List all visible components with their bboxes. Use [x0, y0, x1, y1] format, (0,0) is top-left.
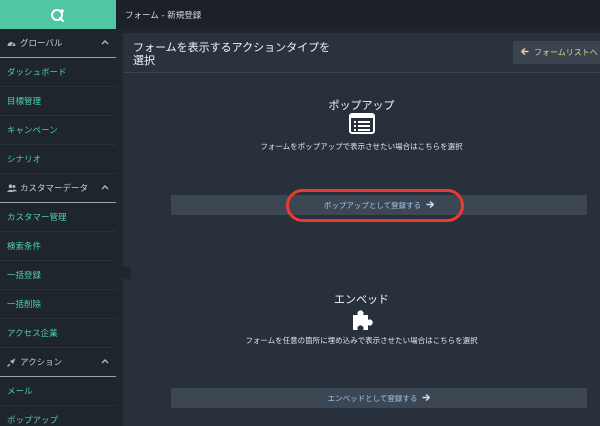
sidebar-section-global[interactable]: グローバル: [0, 29, 116, 58]
action-type-panel: フォームを表示するアクションタイプを選択 フォームリストへ ポップアップ フォー…: [123, 33, 600, 426]
popup-option: ポップアップ: [123, 97, 600, 113]
popup-icon-wrap: [123, 113, 600, 135]
sidebar-section-label: アクション: [20, 358, 63, 368]
popup-description: フォームをポップアップで表示させたい場合はこちらを選択: [260, 142, 463, 151]
page-title: フォーム - 新規登録: [125, 10, 202, 21]
register-as-embed-label: エンベッドとして登録する: [327, 393, 418, 403]
sidebar-item-customer-management[interactable]: カスタマー管理: [0, 203, 116, 232]
sidebar-section-customer-data[interactable]: カスタマーデータ: [0, 174, 116, 203]
chevron-up-icon[interactable]: [101, 357, 109, 367]
popup-description-wrap: フォームをポップアップで表示させたい場合はこちらを選択: [123, 141, 600, 152]
sidebar-item-mail[interactable]: メール: [0, 377, 116, 406]
sidebar: グローバル ダッシュボード 目標管理 キャンペーン シナリオ カスタマーデータ …: [0, 0, 116, 426]
sidebar-section-action[interactable]: アクション: [0, 348, 116, 377]
embed-heading: エンベッド: [334, 293, 389, 306]
sidebar-item-search-conditions[interactable]: 検索条件: [0, 232, 116, 261]
sidebar-item-campaign[interactable]: キャンペーン: [0, 116, 116, 145]
back-button-label: フォームリストへ: [534, 48, 598, 57]
register-as-embed-button[interactable]: エンベッドとして登録する: [171, 388, 587, 408]
sidebar-item-bulk-delete[interactable]: 一括削除: [0, 290, 116, 319]
arrow-left-icon: [521, 47, 529, 57]
sidebar-item-bulk-register[interactable]: 一括登録: [0, 261, 116, 290]
gauge-icon: [7, 39, 17, 47]
chevron-up-icon[interactable]: [101, 38, 109, 48]
rocket-icon: [7, 358, 17, 367]
section-divider-fill: [131, 267, 600, 279]
embed-icon-wrap: [123, 307, 600, 331]
panel-title: フォームを表示するアクションタイプを選択: [133, 41, 331, 67]
back-to-form-list-button[interactable]: フォームリストへ: [513, 41, 600, 64]
users-icon: [7, 184, 17, 192]
sidebar-item-goals[interactable]: 目標管理: [0, 87, 116, 116]
sidebar-section-label: グローバル: [20, 39, 63, 49]
arrow-right-icon: [422, 393, 431, 403]
app-logo[interactable]: [0, 0, 116, 29]
list-window-icon: [348, 113, 375, 134]
embed-option: エンベッド: [123, 291, 600, 307]
sidebar-item-scenario[interactable]: シナリオ: [0, 145, 116, 174]
puzzle-icon: [352, 310, 373, 330]
popup-heading: ポップアップ: [328, 99, 395, 112]
chevron-up-icon[interactable]: [101, 183, 109, 193]
logo-icon: [51, 8, 64, 22]
main-content: フォームを表示するアクションタイプを選択 フォームリストへ ポップアップ フォー…: [116, 29, 600, 426]
embed-description-wrap: フォームを任意の箇所に埋め込みで表示させたい場合はこちらを選択: [123, 335, 600, 346]
highlight-oval: [286, 189, 464, 222]
sidebar-item-dashboard[interactable]: ダッシュボード: [0, 58, 116, 87]
sidebar-section-label: カスタマーデータ: [20, 184, 89, 194]
sidebar-item-access-companies[interactable]: アクセス企業: [0, 319, 116, 348]
sidebar-item-popup[interactable]: ポップアップ: [0, 406, 116, 426]
embed-description: フォームを任意の箇所に埋め込みで表示させたい場合はこちらを選択: [245, 336, 478, 345]
panel-header: フォームを表示するアクションタイプを選択 フォームリストへ: [123, 33, 600, 73]
top-bar: フォーム - 新規登録: [116, 0, 600, 29]
